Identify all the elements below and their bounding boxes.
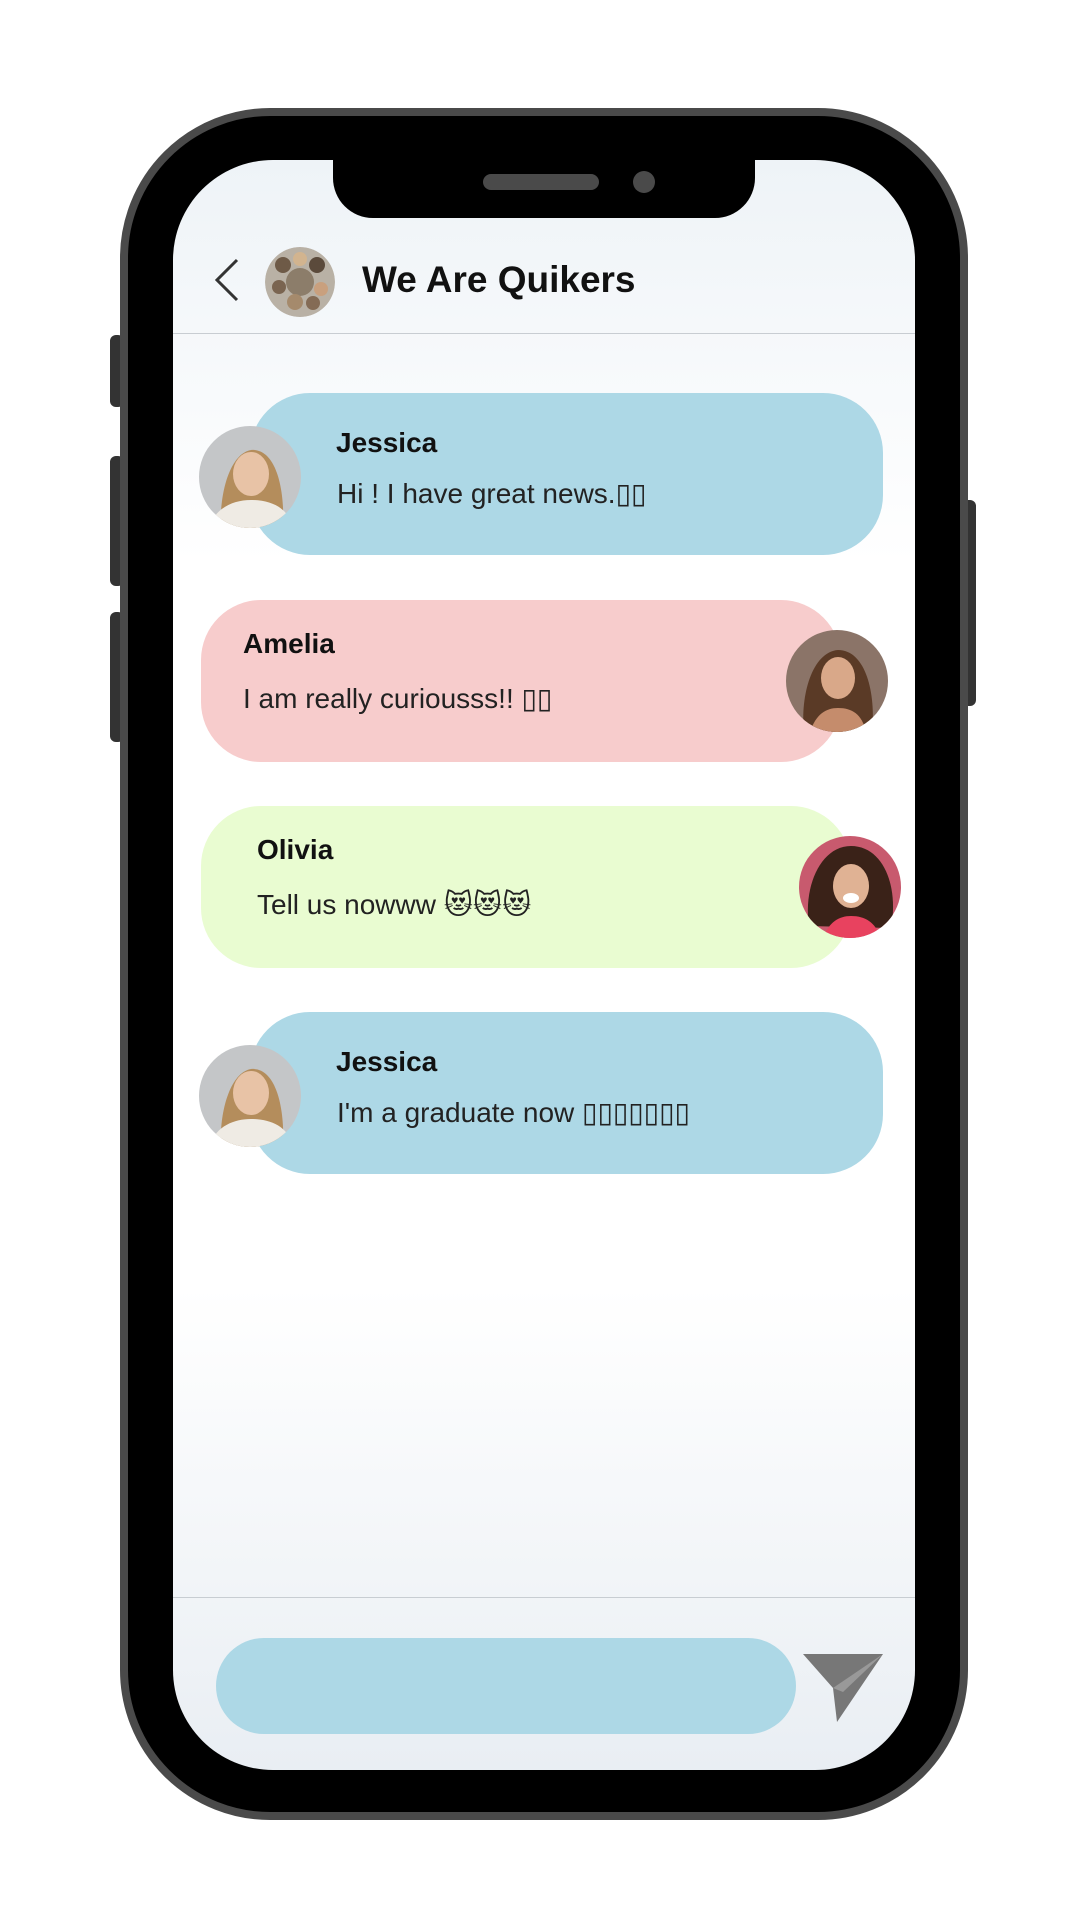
message-bubble[interactable]: Olivia Tell us nowww 😻😻😻 bbox=[201, 806, 851, 968]
sender-name: Jessica bbox=[336, 427, 438, 458]
message-bubble[interactable]: Jessica Hi ! I have great news.▯▯ bbox=[250, 393, 883, 555]
message-input[interactable] bbox=[216, 1638, 796, 1734]
message-composer bbox=[173, 1597, 915, 1770]
message-text: I'm a graduate now ▯▯▯▯▯▯▯ bbox=[337, 1097, 690, 1128]
amelia-avatar-photo bbox=[786, 630, 888, 732]
avatar[interactable] bbox=[199, 426, 301, 528]
notch bbox=[333, 160, 755, 218]
olivia-avatar-photo bbox=[799, 836, 901, 938]
message-bubble[interactable]: Amelia I am really curiousss!! ▯▯ bbox=[201, 600, 841, 762]
jessica-avatar-photo bbox=[199, 426, 301, 528]
message-bubble[interactable]: Jessica I'm a graduate now ▯▯▯▯▯▯▯ bbox=[250, 1012, 883, 1174]
chevron-left-icon bbox=[214, 258, 239, 302]
front-camera bbox=[633, 171, 655, 193]
message-text: Hi ! I have great news.▯▯ bbox=[337, 478, 647, 509]
jessica-avatar-photo bbox=[199, 1045, 301, 1147]
speaker-grille bbox=[483, 174, 599, 190]
group-photo-avatar bbox=[265, 247, 335, 317]
avatar[interactable] bbox=[799, 836, 901, 938]
send-button[interactable] bbox=[801, 1648, 885, 1724]
avatar[interactable] bbox=[786, 630, 888, 732]
chat-screen: We Are Quikers Jessica Hi ! I have great… bbox=[173, 160, 915, 1770]
group-avatar[interactable] bbox=[265, 247, 335, 317]
message-text: Tell us nowww 😻😻😻 bbox=[257, 889, 532, 920]
back-button[interactable] bbox=[209, 252, 249, 308]
sender-name: Olivia bbox=[257, 834, 334, 865]
sender-name: Jessica bbox=[336, 1046, 438, 1077]
avatar[interactable] bbox=[199, 1045, 301, 1147]
chat-header: We Are Quikers bbox=[173, 230, 915, 334]
message-text: I am really curiousss!! ▯▯ bbox=[243, 683, 553, 714]
group-title: We Are Quikers bbox=[362, 259, 636, 300]
sender-name: Amelia bbox=[243, 628, 335, 659]
send-icon bbox=[803, 1654, 883, 1722]
